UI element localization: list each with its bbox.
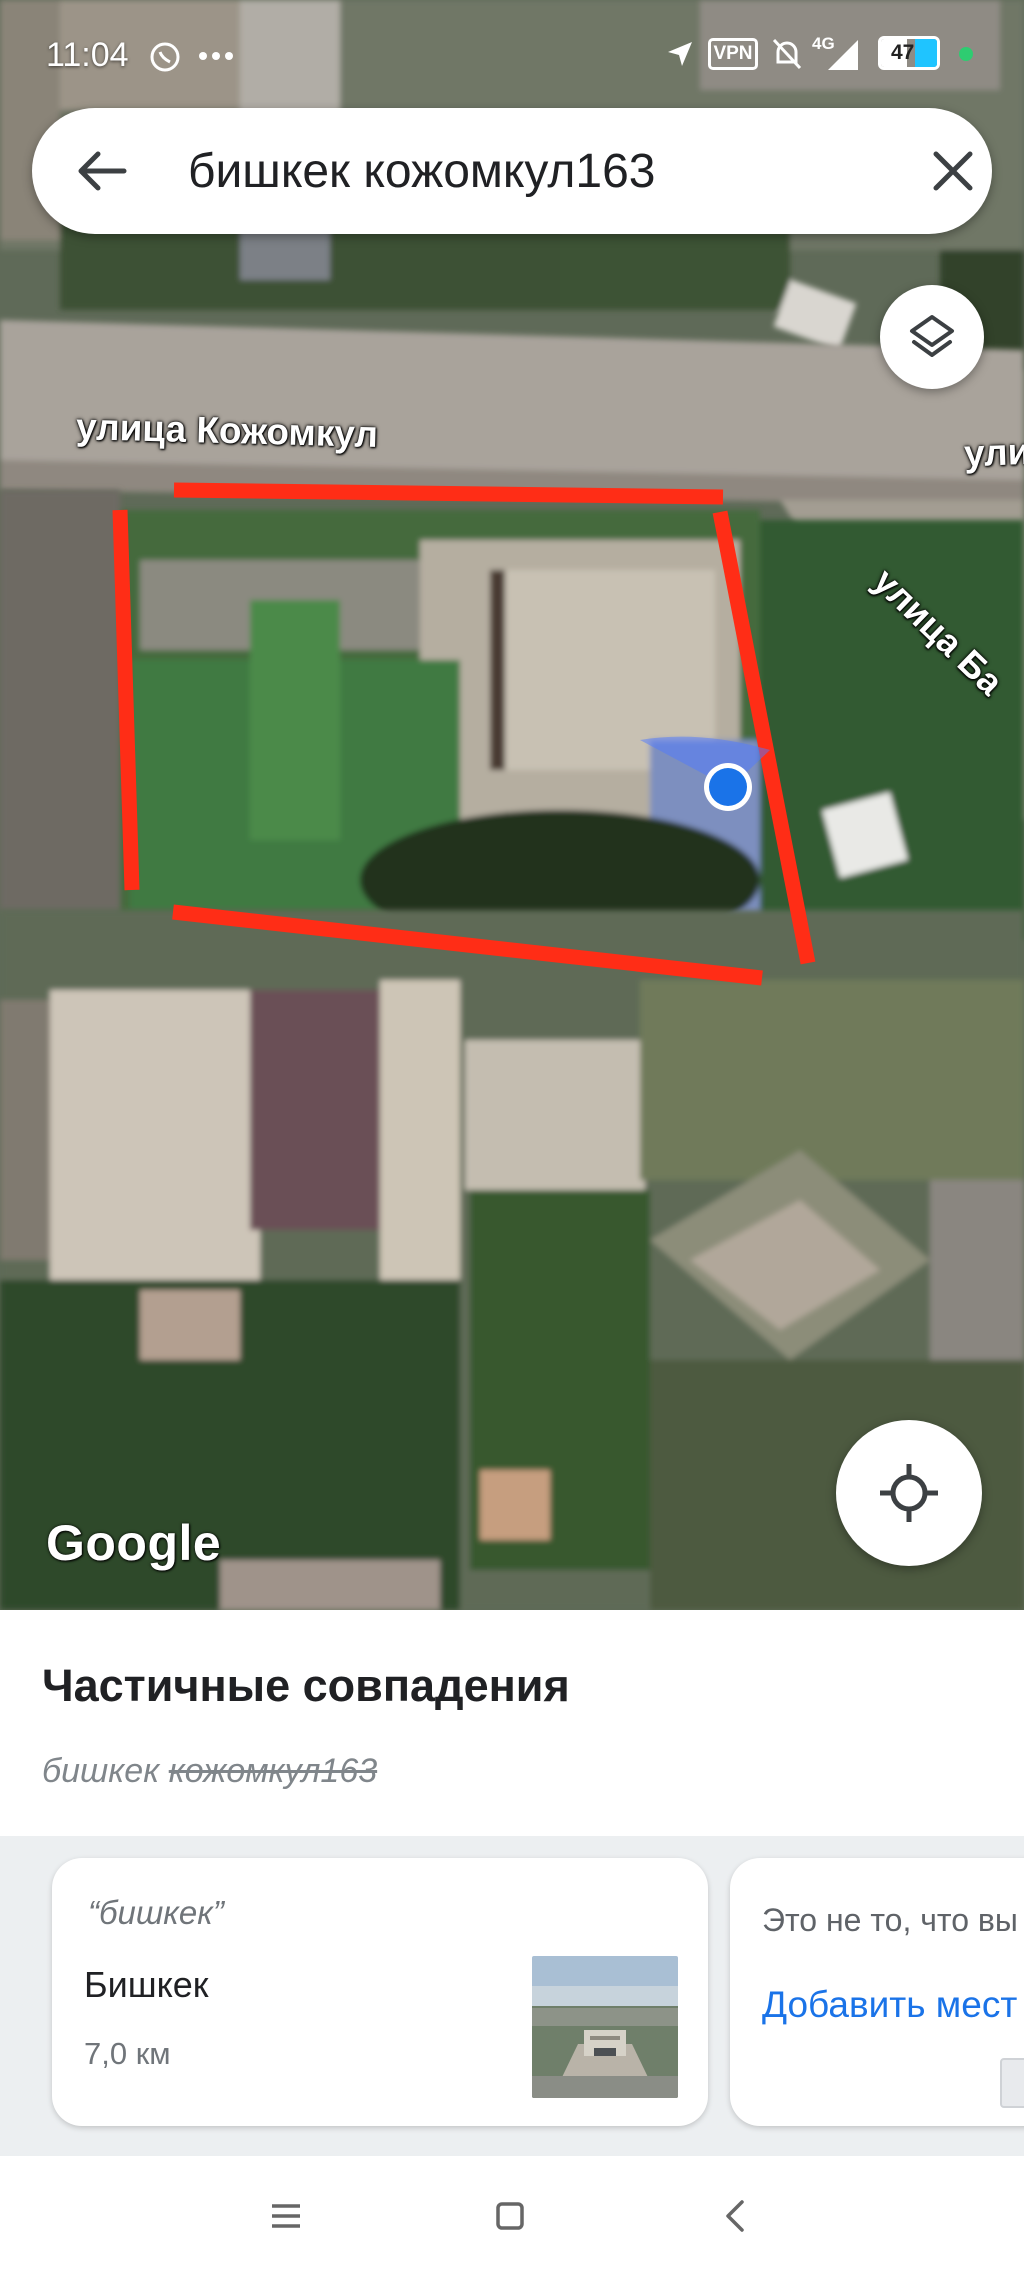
my-location-button[interactable] xyxy=(836,1420,982,1566)
result-name: Бишкек xyxy=(84,1964,209,2005)
menu-icon[interactable] xyxy=(262,2192,310,2240)
satellite-map[interactable]: 11:04 VPN 4G 47 бишкек кожомкул163 улица xyxy=(0,0,1024,1610)
layers-icon xyxy=(910,315,954,357)
add-place-question: Это не то, что вы xyxy=(762,1902,1018,1938)
battery-icon: 47 xyxy=(878,36,940,70)
result-photo xyxy=(532,1956,678,2098)
add-place-link[interactable]: Добавить мест xyxy=(762,1984,1017,2026)
mute-bell-icon xyxy=(772,38,802,70)
current-location-dot xyxy=(709,768,747,806)
unmatched-term: кожомкул163 xyxy=(168,1752,378,1790)
status-time: 11:04 xyxy=(46,36,129,74)
add-place-card[interactable]: Это не то, что вы Добавить мест xyxy=(730,1858,1024,2126)
street-label-partial: ули xyxy=(963,430,1024,475)
battery-percent: 47 xyxy=(891,41,915,64)
home-square-icon[interactable] xyxy=(486,2192,534,2240)
google-attribution: Google xyxy=(46,1515,222,1571)
more-dots-icon xyxy=(199,52,233,60)
satellite-imagery xyxy=(0,0,1024,1610)
street-label-kozhomkul: улица Кожомкул xyxy=(75,406,379,455)
results-heading: Частичные совпадения xyxy=(42,1660,570,1711)
add-place-illustration xyxy=(1000,2058,1024,2108)
my-location-icon xyxy=(880,1464,938,1522)
status-bar: 11:04 VPN 4G 47 xyxy=(0,0,1024,110)
back-chevron-icon[interactable] xyxy=(712,2192,760,2240)
whatsapp-icon xyxy=(150,42,180,72)
search-bar[interactable]: бишкек кожомкул163 xyxy=(32,108,992,234)
matched-term: бишкек xyxy=(42,1752,160,1790)
results-subline: бишкек кожомкул163 xyxy=(42,1752,377,1791)
layers-button[interactable] xyxy=(880,285,984,389)
vpn-icon: VPN xyxy=(708,38,758,70)
result-distance: 7,0 км xyxy=(84,2036,171,2071)
system-nav-bar xyxy=(0,2156,1024,2276)
search-query[interactable]: бишкек кожомкул163 xyxy=(188,144,655,199)
close-icon[interactable] xyxy=(922,140,984,202)
result-card-bishkek[interactable]: “бишкек” Бишкек 7,0 км xyxy=(52,1858,708,2126)
location-arrow-icon xyxy=(668,42,692,66)
arrow-left-icon[interactable] xyxy=(68,138,134,204)
dot-icon xyxy=(959,47,973,61)
results-carousel[interactable]: “бишкек” Бишкек 7,0 км Это не то, что вы… xyxy=(0,1836,1024,2156)
result-query-quote: “бишкек” xyxy=(88,1894,224,1931)
signal-icon xyxy=(828,40,858,70)
